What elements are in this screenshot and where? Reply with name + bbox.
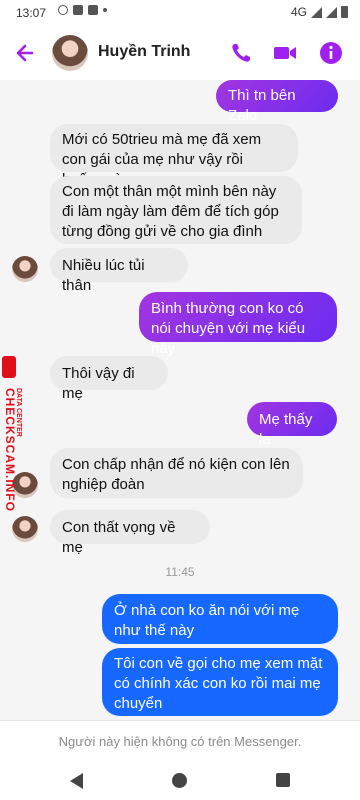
outgoing-message[interactable]: Bình thường con ko có nói chuyện với mẹ … bbox=[139, 292, 337, 357]
incoming-message[interactable]: Mới có 50trieu mà mẹ đã xem con gái của … bbox=[50, 124, 298, 188]
video-call-icon[interactable] bbox=[272, 40, 298, 66]
unavailable-notice: Người này hiện không có trên Messenger. bbox=[0, 720, 360, 763]
nav-home-icon[interactable] bbox=[172, 773, 187, 788]
incoming-message[interactable]: Thôi vậy đi mẹ bbox=[50, 356, 168, 402]
facebook-notification-icon bbox=[73, 5, 83, 15]
system-nav-bar bbox=[0, 762, 360, 800]
signal-icon-2 bbox=[326, 6, 337, 18]
phone-call-icon[interactable] bbox=[228, 40, 254, 66]
contact-avatar[interactable] bbox=[52, 35, 88, 71]
outgoing-message[interactable]: Ở nhà con ko ăn nói với mẹ như thế này bbox=[102, 594, 338, 644]
nav-back-icon[interactable] bbox=[70, 773, 83, 789]
watermark-sub-text: DATA CENTER bbox=[15, 388, 22, 437]
app-notification-icon bbox=[88, 5, 98, 15]
outgoing-message[interactable]: Tôi con về gọi cho mẹ xem mặt có chính x… bbox=[102, 648, 338, 716]
signal-icon bbox=[311, 6, 322, 18]
nav-recents-icon[interactable] bbox=[276, 773, 290, 787]
back-arrow-icon[interactable] bbox=[12, 39, 40, 67]
message-list[interactable]: Thì tn bên Zalo Mới có 50trieu mà mẹ đã … bbox=[0, 80, 360, 720]
contact-name[interactable]: Huyền Trinh bbox=[98, 43, 190, 61]
notification-icons bbox=[58, 5, 107, 15]
incoming-message[interactable]: Nhiều lúc tủi thân bbox=[50, 248, 188, 294]
incoming-message[interactable]: Con một thân một mình bên này đi làm ngà… bbox=[50, 176, 302, 244]
network-label: 4G bbox=[290, 5, 307, 19]
battery-icon bbox=[341, 6, 348, 18]
outgoing-message[interactable]: Mẹ thấy lạ bbox=[247, 402, 337, 448]
more-notifications-icon bbox=[103, 8, 107, 12]
sender-avatar[interactable] bbox=[12, 256, 38, 282]
messenger-notification-icon bbox=[58, 5, 68, 15]
incoming-message[interactable]: Con chấp nhận để nó kiện con lên nghiệp … bbox=[50, 448, 303, 498]
lock-icon bbox=[2, 356, 16, 378]
chat-header: Huyền Trinh bbox=[0, 26, 360, 80]
status-right: 4G bbox=[291, 5, 348, 19]
message-timestamp: 11:45 bbox=[165, 565, 195, 579]
status-time: 13:07 bbox=[16, 6, 47, 20]
watermark: CHECKSCAM.INFO DATA CENTER bbox=[0, 350, 22, 540]
incoming-message[interactable]: Con thất vọng về mẹ bbox=[50, 510, 210, 556]
outgoing-message[interactable]: Thì tn bên Zalo bbox=[216, 80, 338, 124]
info-icon[interactable] bbox=[318, 40, 344, 66]
status-bar: 13:07 4G bbox=[0, 0, 360, 26]
